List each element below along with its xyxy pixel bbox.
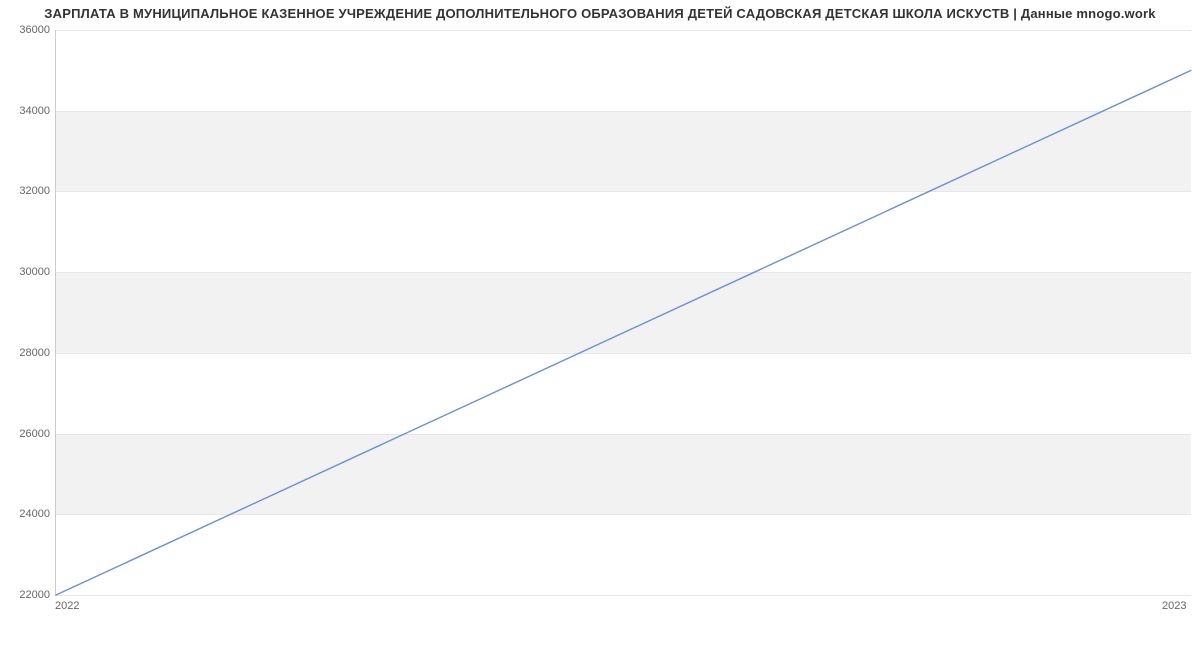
y-tick-label: 26000 [5,428,50,440]
y-tick-label: 28000 [5,347,50,359]
x-tick-label: 2023 [1162,600,1186,612]
plot-area [55,30,1191,596]
gridline [56,595,1191,596]
y-tick-label: 22000 [5,589,50,601]
line-series [56,30,1191,595]
y-tick-label: 24000 [5,508,50,520]
y-tick-label: 36000 [5,24,50,36]
chart-title: ЗАРПЛАТА В МУНИЦИПАЛЬНОЕ КАЗЕННОЕ УЧРЕЖД… [0,6,1200,21]
y-tick-label: 30000 [5,266,50,278]
y-tick-label: 32000 [5,185,50,197]
y-tick-label: 34000 [5,105,50,117]
x-tick-label: 2022 [55,600,79,612]
